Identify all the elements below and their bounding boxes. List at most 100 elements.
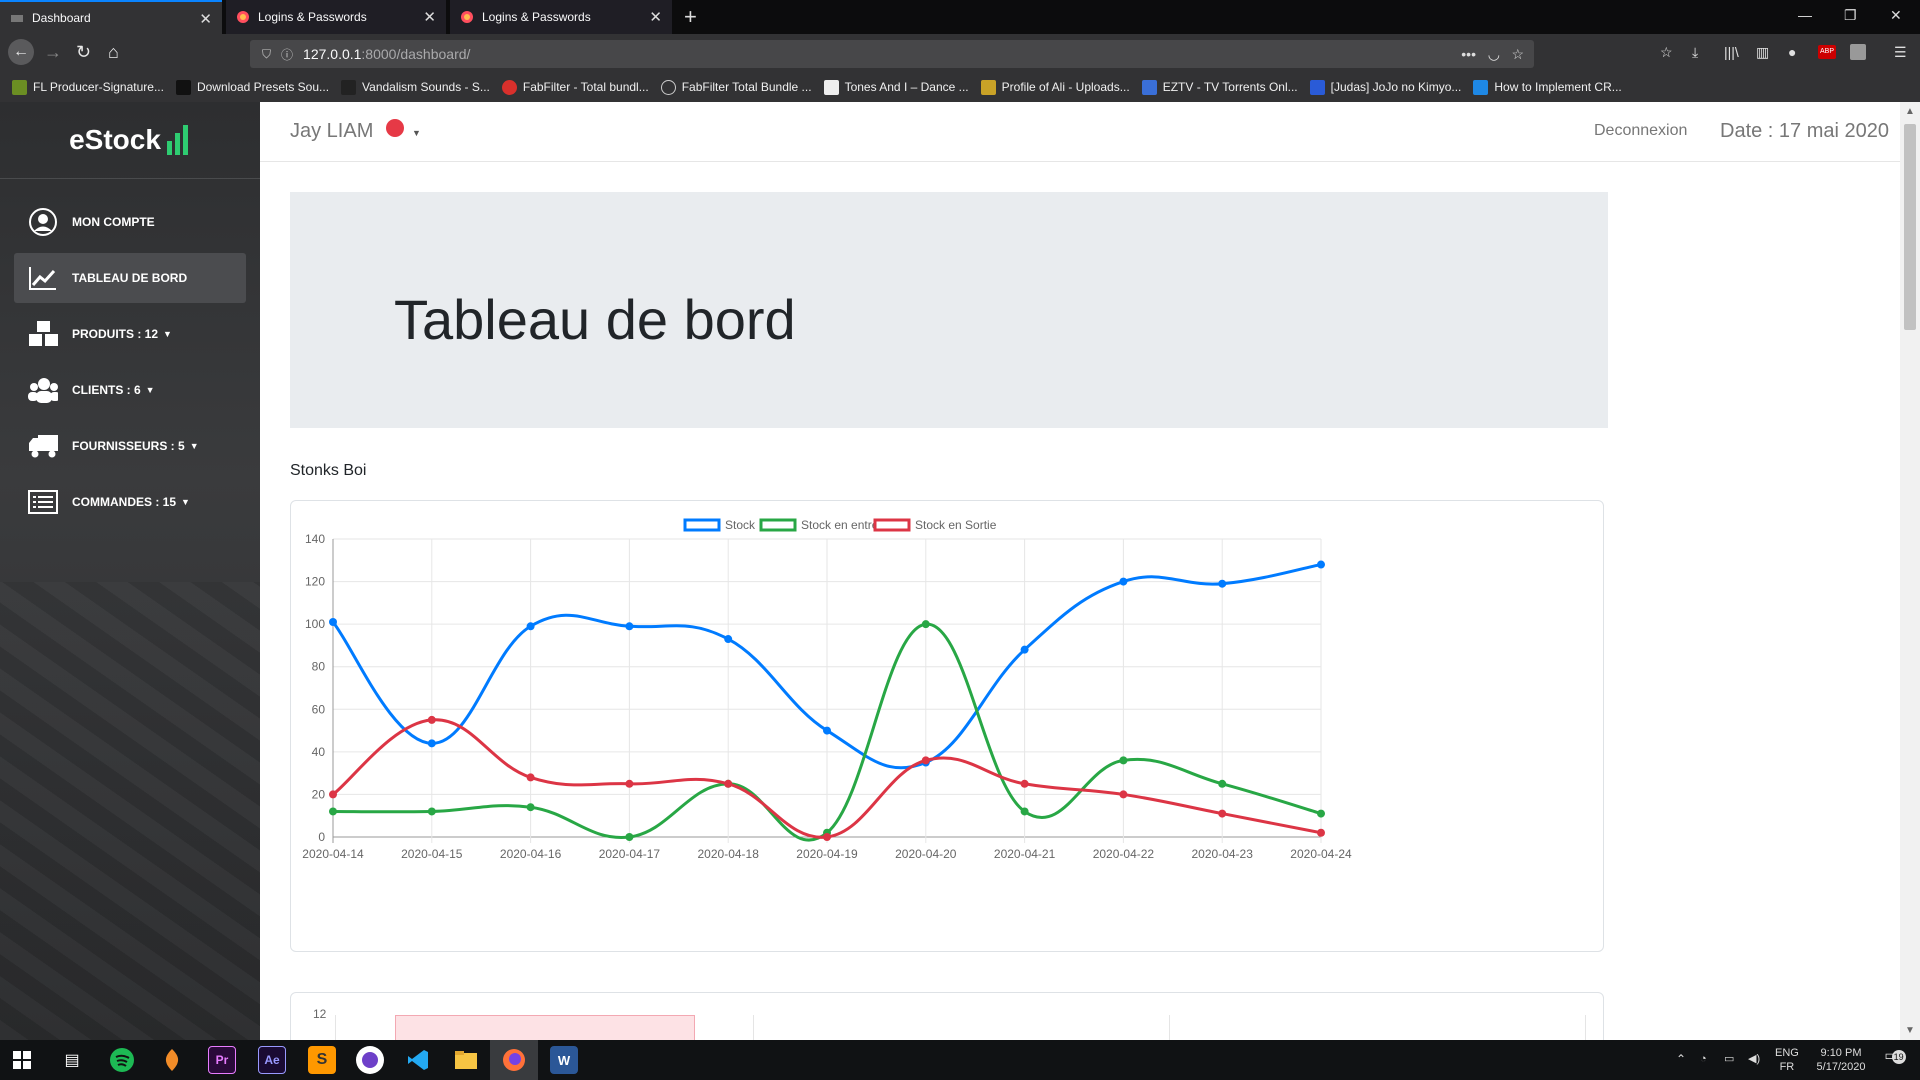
close-tab-icon[interactable]: ✕ bbox=[199, 10, 212, 28]
menu-hamburger-icon[interactable]: ☰ bbox=[1894, 44, 1907, 61]
url-bar[interactable]: ⛉ ⓘ 127.0.0.1:8000/dashboard/ ••• ◡ ☆ bbox=[250, 40, 1534, 68]
network-icon[interactable]: ◔ bbox=[1700, 1052, 1707, 1066]
tab-title: Logins & Passwords bbox=[258, 10, 367, 24]
windows-taskbar: ▤ Pr Ae S W ⌃ ◔ ▭ ◀) ENG FR 9:10 PM 5/17… bbox=[0, 1040, 1920, 1080]
data-point bbox=[625, 833, 634, 841]
spotify-icon[interactable] bbox=[108, 1046, 136, 1074]
dropdown-caret-icon: ▼ bbox=[181, 497, 190, 507]
downloads-icon[interactable]: ⤓ bbox=[1692, 44, 1698, 61]
bookmark-item[interactable]: Profile of Ali - Uploads... bbox=[980, 79, 1130, 95]
sidebar-item-produits[interactable]: PRODUITS : 12 ▼ bbox=[14, 309, 246, 359]
data-point bbox=[1218, 779, 1227, 788]
home-icon[interactable]: ⌂ bbox=[108, 42, 119, 63]
sidebar-item-fournisseurs[interactable]: FOURNISSEURS : 5 ▼ bbox=[14, 421, 246, 471]
new-tab-icon[interactable]: + bbox=[684, 4, 697, 30]
account-icon[interactable]: ● bbox=[1788, 44, 1796, 60]
scroll-down-arrow-icon[interactable]: ▼ bbox=[1905, 1025, 1915, 1036]
premiere-pro-icon[interactable]: Pr bbox=[208, 1046, 236, 1074]
user-dropdown-caret-icon[interactable]: ▼ bbox=[412, 128, 421, 138]
page-actions-icon[interactable]: ••• bbox=[1461, 46, 1476, 62]
windows-start-icon[interactable] bbox=[8, 1046, 36, 1074]
scrollbar-thumb[interactable] bbox=[1904, 124, 1916, 330]
data-point bbox=[823, 833, 831, 841]
fl-studio-icon[interactable] bbox=[158, 1046, 186, 1074]
reload-icon[interactable]: ↻ bbox=[76, 42, 91, 63]
list-icon bbox=[28, 487, 58, 517]
x-tick-label: 2020-04-14 bbox=[302, 847, 364, 861]
data-point bbox=[1119, 577, 1128, 586]
tab-logins-passwords-2[interactable]: Logins & Passwords ✕ bbox=[450, 0, 672, 34]
data-point bbox=[724, 779, 733, 788]
data-point bbox=[921, 756, 930, 765]
volume-icon[interactable]: ◀) bbox=[1748, 1052, 1760, 1066]
sidebar-toggle-icon[interactable]: ▥ bbox=[1756, 44, 1769, 61]
dashboard-favicon-icon bbox=[10, 11, 24, 25]
language-secondary: FR bbox=[1779, 1061, 1795, 1073]
reading-list-icon[interactable]: ☆ bbox=[1660, 44, 1673, 61]
bookmark-star-icon[interactable]: ☆ bbox=[1511, 46, 1524, 63]
clock[interactable]: 9:10 PM 5/17/2020 bbox=[1806, 1046, 1876, 1074]
word-icon[interactable]: W bbox=[550, 1046, 578, 1074]
sidebar-item-commandes[interactable]: COMMANDES : 15 ▼ bbox=[14, 477, 246, 527]
bookmark-item[interactable]: Download Presets Sou... bbox=[175, 79, 329, 95]
close-tab-icon[interactable]: ✕ bbox=[423, 8, 436, 26]
chart-line-icon bbox=[28, 263, 58, 293]
bar-chart-logo-icon bbox=[166, 125, 191, 155]
page-scrollbar[interactable]: ▲ ▼ bbox=[1900, 102, 1920, 1040]
pocket-icon[interactable]: ◡ bbox=[1488, 46, 1500, 63]
extension-icon[interactable] bbox=[1850, 44, 1866, 60]
firefox-icon[interactable] bbox=[500, 1046, 528, 1074]
github-desktop-icon[interactable] bbox=[356, 1046, 384, 1074]
after-effects-icon[interactable]: Ae bbox=[258, 1046, 286, 1074]
bookmark-item[interactable]: FabFilter Total Bundle ... bbox=[660, 79, 812, 95]
sidebar-item-clients[interactable]: CLIENTS : 6 ▼ bbox=[14, 365, 246, 415]
minimize-icon[interactable]: — bbox=[1798, 7, 1812, 23]
bookmark-item[interactable]: [Judas] JoJo no Kimyo... bbox=[1309, 79, 1461, 95]
bookmark-item[interactable]: FabFilter - Total bundl... bbox=[501, 79, 649, 95]
sidebar-item-mon-compte[interactable]: MON COMPTE bbox=[14, 197, 246, 247]
x-tick-label: 2020-04-17 bbox=[599, 847, 661, 861]
x-tick-label: 2020-04-20 bbox=[895, 847, 957, 861]
bookmark-favicon-icon bbox=[1473, 79, 1489, 95]
bookmark-item[interactable]: EZTV - TV Torrents Onl... bbox=[1141, 79, 1298, 95]
notification-dot-icon[interactable] bbox=[386, 119, 404, 137]
sublime-text-icon[interactable]: S bbox=[308, 1046, 336, 1074]
tab-logins-passwords[interactable]: Logins & Passwords ✕ bbox=[226, 0, 446, 34]
adblock-icon[interactable]: ABP bbox=[1818, 45, 1836, 59]
x-tick-label: 2020-04-21 bbox=[994, 847, 1056, 861]
y-tick-label: 40 bbox=[312, 745, 326, 759]
dropdown-caret-icon: ▼ bbox=[145, 385, 155, 395]
language-indicator[interactable]: ENG FR bbox=[1775, 1046, 1799, 1074]
bookmark-item[interactable]: FL Producer-Signature... bbox=[12, 79, 164, 95]
dropdown-caret-icon: ▼ bbox=[189, 441, 199, 451]
task-view-icon[interactable]: ▤ bbox=[58, 1046, 86, 1074]
tray-overflow-icon[interactable]: ⌃ bbox=[1676, 1052, 1686, 1066]
bookmark-item[interactable]: How to Implement CR... bbox=[1473, 79, 1622, 95]
close-tab-icon[interactable]: ✕ bbox=[649, 8, 662, 26]
vscode-icon[interactable] bbox=[404, 1046, 432, 1074]
restore-icon[interactable]: ❐ bbox=[1844, 7, 1857, 24]
library-icon[interactable]: |||\ bbox=[1724, 44, 1739, 60]
close-window-icon[interactable]: ✕ bbox=[1890, 7, 1902, 24]
brand-logo[interactable]: eStock bbox=[0, 102, 260, 179]
action-center-icon[interactable]: ▭19 bbox=[1880, 1048, 1910, 1064]
data-point bbox=[1020, 807, 1029, 816]
data-point bbox=[1317, 560, 1325, 569]
page-title: Tableau de bord bbox=[394, 288, 796, 351]
forward-icon[interactable]: → bbox=[44, 42, 62, 63]
file-explorer-icon[interactable] bbox=[452, 1046, 480, 1074]
y-tick-label: 80 bbox=[312, 660, 326, 674]
bookmark-favicon-icon bbox=[1309, 79, 1325, 95]
back-icon[interactable]: ← bbox=[8, 39, 34, 65]
logout-link[interactable]: Deconnexion bbox=[1594, 122, 1687, 140]
scroll-up-arrow-icon[interactable]: ▲ bbox=[1905, 106, 1915, 117]
battery-icon[interactable]: ▭ bbox=[1724, 1052, 1734, 1066]
x-tick-label: 2020-04-24 bbox=[1290, 847, 1352, 861]
bookmark-item[interactable]: Tones And I – Dance ... bbox=[823, 79, 969, 95]
legend-swatch bbox=[759, 518, 797, 532]
sidebar-item-tableau-de-bord[interactable]: TABLEAU DE BORD bbox=[14, 253, 246, 303]
shield-icon[interactable]: ⛉ bbox=[262, 47, 271, 62]
bookmark-item[interactable]: Vandalism Sounds - S... bbox=[341, 79, 490, 95]
tab-dashboard[interactable]: Dashboard ✕ bbox=[0, 0, 222, 34]
info-icon[interactable]: ⓘ bbox=[281, 46, 293, 63]
